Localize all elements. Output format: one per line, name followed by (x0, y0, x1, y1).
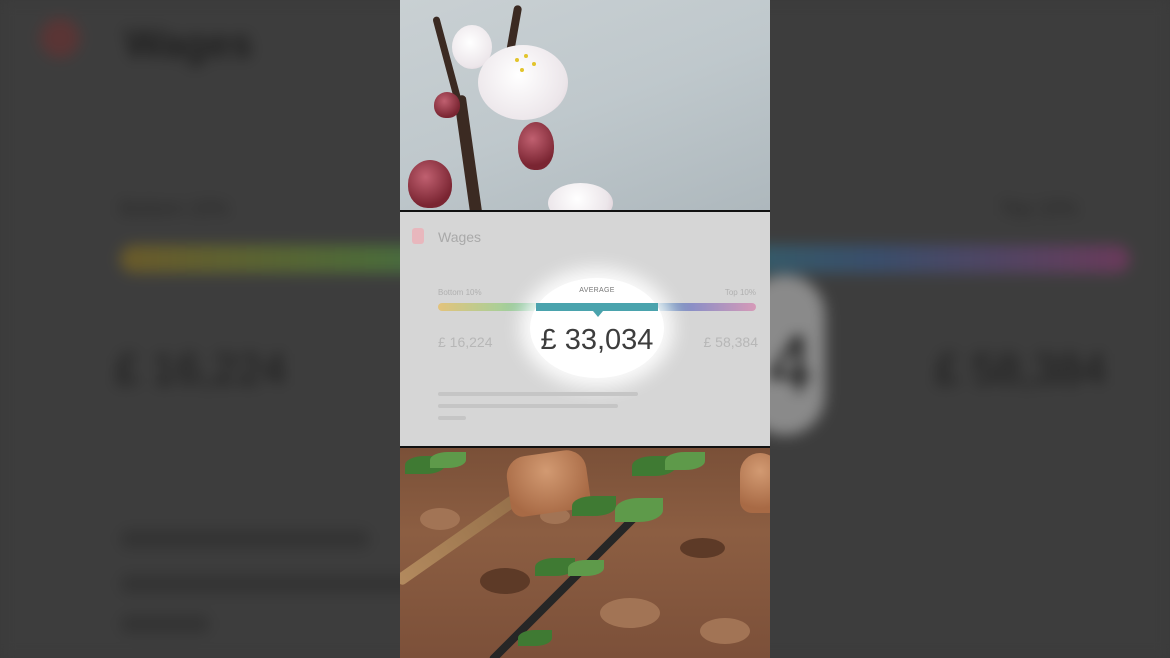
bg-high-label: Top 10% (1000, 198, 1078, 220)
flower-bud (408, 160, 452, 208)
average-bar-segment (536, 303, 658, 311)
high-label: Top 10% (724, 288, 756, 297)
plant-leaf (518, 630, 552, 646)
wages-card: Wages Bottom 10% Top 10% £ 16,224 £ 58,3… (400, 212, 770, 446)
flower-bud (434, 92, 460, 118)
average-value: £ 33,034 (540, 324, 654, 356)
soil-clod (600, 598, 660, 628)
low-value: £ 16,224 (438, 334, 493, 350)
note-line (438, 392, 638, 396)
soil-clod (420, 508, 460, 530)
stamen (524, 54, 528, 58)
bg-note-line (120, 575, 420, 593)
plant-leaf (665, 452, 705, 470)
stamen (520, 68, 524, 72)
soil-clod (700, 618, 750, 644)
bg-note-line (120, 615, 210, 633)
video-frame: Wages Bottom 10% Top 10% £ 16,224 £ 58,3… (400, 0, 770, 658)
farm-photo (400, 448, 770, 658)
bg-partial-digit: 4 (768, 319, 813, 408)
worker-boot (740, 453, 770, 513)
plant-leaf (572, 496, 616, 516)
soil-clod (480, 568, 530, 594)
plant-leaf (568, 560, 604, 576)
bg-note-line (120, 530, 370, 548)
bg-high-value: £ 58,384 (935, 345, 1107, 394)
pin-icon (412, 228, 424, 244)
average-marker-icon (593, 311, 603, 317)
blossom (548, 183, 613, 210)
bg-title: Wages (125, 22, 253, 66)
blossom (478, 45, 568, 120)
plant-leaf (615, 498, 663, 522)
note-line (438, 416, 466, 420)
high-value: £ 58,384 (703, 334, 759, 350)
low-label: Bottom 10% (438, 288, 482, 297)
note-line (438, 404, 618, 408)
card-title: Wages (438, 229, 482, 245)
stamen (532, 62, 536, 66)
bg-low-label: Bottom 10% (120, 198, 229, 220)
stamen (515, 58, 519, 62)
soil-clod (680, 538, 725, 558)
plant-leaf (430, 452, 466, 468)
flower-bud (518, 122, 554, 170)
bg-logo-icon (40, 18, 80, 58)
bg-low-value: £ 16,224 (115, 345, 287, 394)
average-label: AVERAGE (579, 287, 615, 294)
blossom-photo (400, 0, 770, 210)
